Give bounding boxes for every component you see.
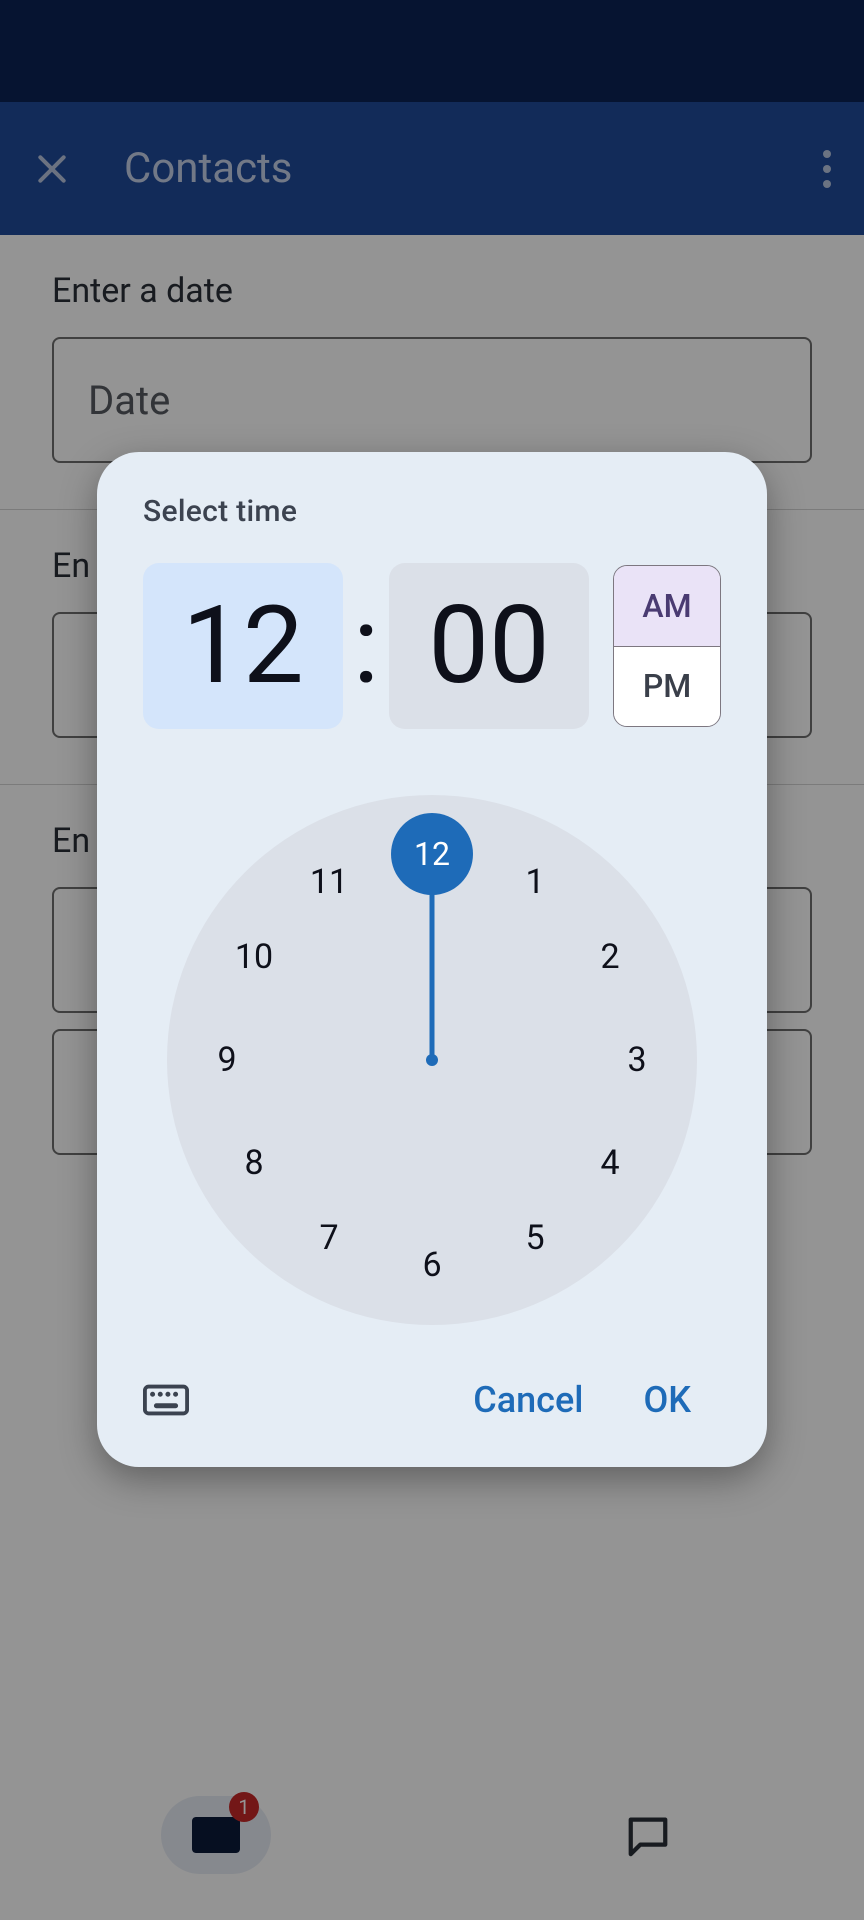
hour-box[interactable]: 12 [143,563,343,729]
ampm-toggle: AM PM [613,565,721,727]
clock-num-8[interactable]: 8 [224,1133,284,1193]
picker-title: Select time [143,494,721,529]
clock-selected-hour[interactable]: 12 [391,813,473,895]
clock-num-10[interactable]: 10 [224,927,284,987]
cancel-button[interactable]: Cancel [443,1367,613,1433]
clock-num-7[interactable]: 7 [299,1208,359,1268]
clock-num-2[interactable]: 2 [580,927,640,987]
clock-wrap: 12 1 2 3 4 5 6 7 8 9 10 11 [143,795,721,1325]
time-inputs: 12 : 00 AM PM [143,563,721,729]
clock-center [426,1054,438,1066]
keyboard-icon[interactable] [143,1383,189,1417]
clock-num-3[interactable]: 3 [607,1030,667,1090]
pm-button[interactable]: PM [614,647,720,727]
clock-num-4[interactable]: 4 [580,1133,640,1193]
picker-actions: Cancel OK [143,1367,721,1433]
clock-num-11[interactable]: 11 [299,852,359,912]
ok-button[interactable]: OK [613,1367,721,1433]
am-button[interactable]: AM [614,566,720,647]
clock-num-1[interactable]: 1 [505,852,565,912]
time-colon: : [349,583,383,709]
clock-num-5[interactable]: 5 [505,1208,565,1268]
clock-num-9[interactable]: 9 [197,1030,257,1090]
clock-num-6[interactable]: 6 [402,1235,462,1295]
time-picker-dialog: Select time 12 : 00 AM PM 12 1 2 3 4 5 6… [97,452,767,1467]
clock-face[interactable]: 12 1 2 3 4 5 6 7 8 9 10 11 [167,795,697,1325]
minute-box[interactable]: 00 [389,563,589,729]
